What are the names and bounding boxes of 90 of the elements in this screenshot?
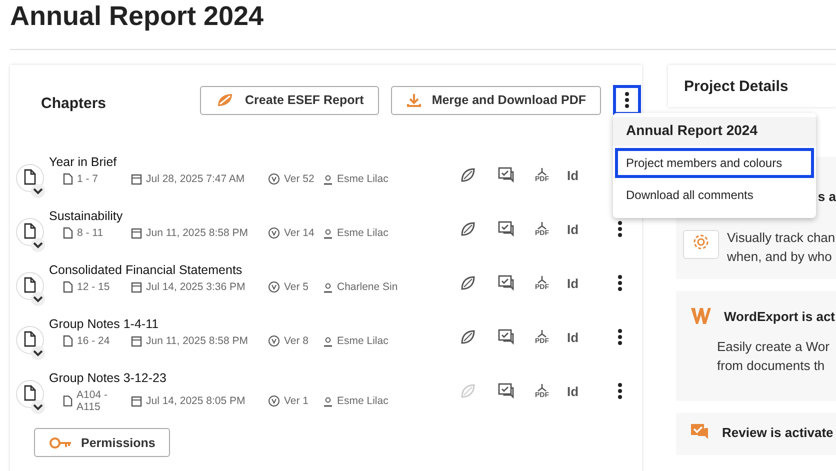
- page-range: 8 - 11: [77, 227, 104, 239]
- version-icon: [268, 227, 280, 239]
- modified-date: Jul 14, 2025 3:36 PM: [146, 281, 246, 293]
- card-text-line: Visually track chan: [727, 230, 836, 245]
- user-icon: [323, 282, 333, 292]
- toolbar-button[interactable]: Merge and Download PDF: [390, 86, 601, 114]
- version-icon: [268, 173, 280, 185]
- modified-date: Jun 11, 2025 8:58 PM: [146, 227, 248, 239]
- expand-chevron-icon[interactable]: [31, 400, 45, 414]
- author-name: Charlene Sin: [337, 281, 398, 293]
- indesign-button[interactable]: Id: [567, 222, 579, 236]
- version-icon: [268, 395, 280, 407]
- page-range: A104 - A115: [76, 389, 108, 413]
- expand-chevron-icon[interactable]: [31, 238, 45, 252]
- chapter-title[interactable]: Consolidated Financial Statements: [49, 263, 459, 277]
- author-name: Esme Lilac: [337, 395, 388, 407]
- download-icon: [406, 92, 422, 108]
- indesign-button[interactable]: Id: [567, 330, 579, 344]
- modified-date: Jul 28, 2025 7:47 AM: [146, 173, 245, 185]
- settings-icon[interactable]: [683, 230, 719, 259]
- user-icon: [323, 174, 333, 184]
- expand-chevron-icon[interactable]: [31, 292, 45, 306]
- page-range: 16 - 24: [77, 335, 110, 347]
- version-label: Ver 1: [284, 395, 309, 407]
- indesign-button[interactable]: Id: [567, 168, 579, 182]
- acrobat-icon: [536, 384, 548, 392]
- key-icon: [49, 436, 73, 450]
- user-icon: [323, 228, 333, 238]
- comment-check-icon[interactable]: [497, 328, 515, 346]
- chapter-title[interactable]: Sustainability: [49, 209, 459, 223]
- version-icon: [268, 335, 280, 347]
- expand-chevron-icon[interactable]: [31, 184, 45, 198]
- leaf-icon[interactable]: [459, 274, 477, 292]
- leaf-icon[interactable]: [459, 220, 477, 238]
- author-name: Esme Lilac: [337, 335, 388, 347]
- acrobat-icon: [536, 330, 548, 338]
- card-text-line: Easily create a Wor: [717, 339, 830, 354]
- word-w-icon: [690, 307, 712, 325]
- card-text-line: when, and by who: [727, 249, 833, 264]
- calendar-icon: [131, 281, 142, 293]
- page-icon: [63, 281, 73, 293]
- page-icon: [63, 227, 73, 239]
- comment-check-icon[interactable]: [497, 382, 515, 400]
- version-label: Ver 14: [284, 227, 314, 239]
- card-heading: s a: [818, 189, 836, 204]
- modified-date: Jul 14, 2025 8:05 PM: [146, 395, 246, 407]
- modified-date: Jun 11, 2025 8:58 PM: [146, 335, 248, 347]
- indesign-button[interactable]: Id: [567, 384, 579, 398]
- user-icon: [323, 336, 333, 346]
- comment-check-icon[interactable]: [497, 274, 515, 292]
- version-label: Ver 8: [284, 335, 309, 347]
- calendar-icon: [131, 395, 142, 407]
- permissions-button[interactable]: Permissions: [34, 428, 170, 457]
- chapters-heading: Chapters: [41, 94, 106, 112]
- card-text-line: from documents th: [717, 358, 826, 373]
- comment-check-icon[interactable]: [497, 166, 515, 184]
- version-label: Ver 5: [284, 281, 309, 293]
- page-range: 12 - 15: [77, 281, 110, 293]
- leaf-icon[interactable]: [459, 166, 477, 184]
- calendar-icon: [131, 335, 142, 347]
- version-icon: [268, 281, 280, 293]
- chapter-title[interactable]: Group Notes 1-4-11: [49, 317, 459, 331]
- acrobat-icon: [536, 276, 548, 284]
- card-heading: WordExport is act: [724, 308, 836, 324]
- page-range: 1 - 7: [77, 173, 98, 185]
- user-icon: [323, 396, 333, 406]
- card-heading: Review is activate: [722, 424, 834, 440]
- version-label: Ver 52: [284, 173, 314, 185]
- chapter-title[interactable]: Group Notes 3-12-23: [49, 371, 459, 385]
- acrobat-icon: [536, 168, 548, 176]
- comment-check-icon: [690, 423, 710, 441]
- toolbar-button[interactable]: Create ESEF Report: [200, 86, 379, 114]
- chapter-title[interactable]: Year in Brief: [49, 155, 459, 169]
- leaf-icon[interactable]: [459, 328, 477, 346]
- indesign-button[interactable]: Id: [567, 276, 579, 290]
- author-name: Esme Lilac: [337, 173, 388, 185]
- author-name: Esme Lilac: [337, 227, 388, 239]
- acrobat-icon: [536, 222, 548, 230]
- menu-item[interactable]: Download all comments: [615, 180, 814, 210]
- calendar-icon: [131, 227, 142, 239]
- page-icon: [63, 173, 73, 185]
- calendar-icon: [131, 173, 142, 185]
- page-icon: [63, 335, 73, 347]
- page-icon: [63, 395, 73, 407]
- expand-chevron-icon[interactable]: [31, 346, 45, 360]
- comment-check-icon[interactable]: [497, 220, 515, 238]
- menu-header: Annual Report 2024: [613, 117, 816, 146]
- project-details-title: Project Details: [684, 78, 788, 94]
- menu-item[interactable]: Project members and colours: [615, 148, 814, 178]
- page-title: Annual Report 2024: [9, 0, 265, 33]
